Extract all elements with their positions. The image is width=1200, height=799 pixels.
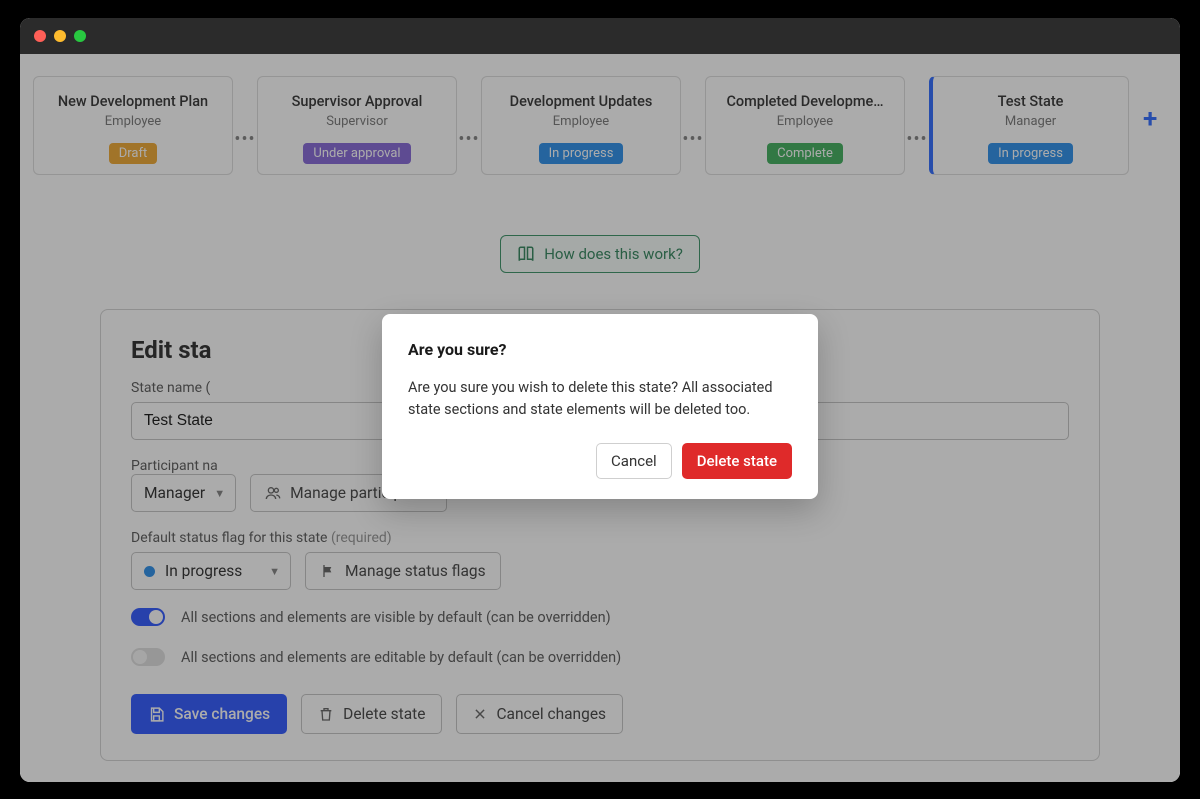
app-window: New Development Plan Employee Draft ••• … — [20, 18, 1180, 782]
titlebar — [20, 18, 1180, 54]
modal-overlay[interactable]: Are you sure? Are you sure you wish to d… — [20, 54, 1180, 782]
modal-cancel-button[interactable]: Cancel — [596, 443, 672, 479]
app-content: New Development Plan Employee Draft ••• … — [20, 54, 1180, 782]
confirm-delete-modal: Are you sure? Are you sure you wish to d… — [382, 314, 818, 499]
minimize-window-icon[interactable] — [54, 30, 66, 42]
modal-body: Are you sure you wish to delete this sta… — [408, 377, 792, 421]
modal-title: Are you sure? — [408, 340, 792, 359]
maximize-window-icon[interactable] — [74, 30, 86, 42]
close-window-icon[interactable] — [34, 30, 46, 42]
modal-confirm-delete-button[interactable]: Delete state — [682, 443, 792, 479]
